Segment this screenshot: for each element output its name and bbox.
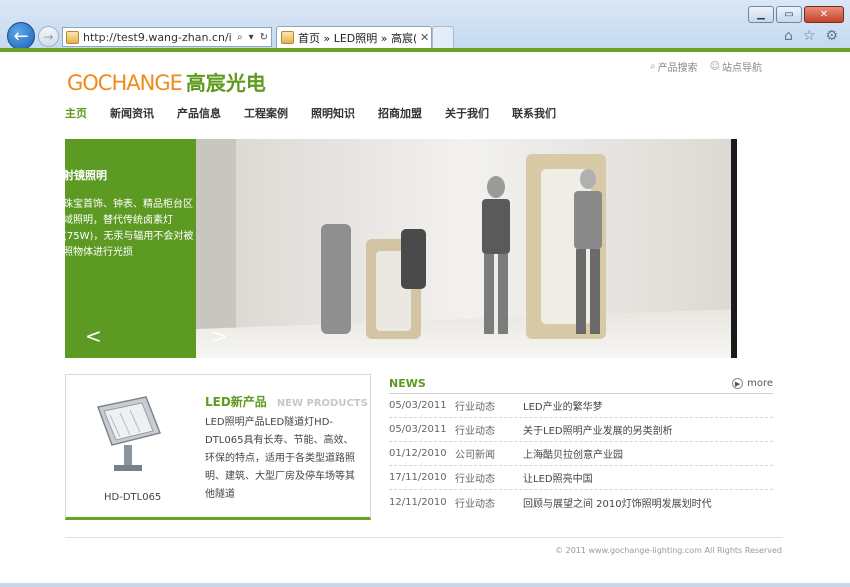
news-category: 公司新闻 [455, 450, 495, 461]
product-description: LED照明产品LED隧道灯HD-DTL065具有长寿、节能、高效、环保的特点，适… [205, 417, 355, 500]
news-date: 05/03/2011 [389, 424, 447, 435]
nav-item-contact[interactable]: 联系我们 [512, 105, 556, 121]
browser-chrome: ▁ ▭ ✕ ← → http://test9.wang-zhan.cn/inde… [0, 0, 850, 54]
banner-edge [731, 139, 737, 358]
news-date: 17/11/2010 [389, 472, 447, 483]
nav-item-franchise[interactable]: 招商加盟 [378, 105, 422, 121]
play-icon: ▶ [732, 378, 744, 389]
news-link[interactable]: 上海酷贝拉创意产业园 [523, 446, 623, 461]
banner-next-button[interactable]: > [211, 324, 228, 348]
news-panel: NEWS ▶ more 05/03/2011 行业动态 LED产业的繁华梦 05… [389, 374, 773, 514]
window-controls: ▁ ▭ ✕ [748, 6, 844, 23]
window-bottom-frame [0, 583, 850, 587]
browser-tab[interactable]: 首页 » LED照明 » 高宸(上... ✕ [276, 26, 432, 48]
forward-button[interactable]: → [38, 26, 59, 47]
home-icon[interactable]: ⌂ [784, 28, 793, 44]
news-row: 12/11/2010 行业动态 回顾与展望之间 2010灯饰照明发展划时代 [389, 490, 773, 514]
logo-cn: 高宸光电 [185, 71, 266, 95]
banner-prev-button[interactable]: < [85, 324, 102, 348]
nav-item-products[interactable]: 产品信息 [177, 105, 221, 121]
news-date: 05/03/2011 [389, 400, 447, 411]
search-icon[interactable]: ⌕ [237, 32, 243, 43]
new-tab-button[interactable] [432, 26, 454, 48]
news-row: 17/11/2010 行业动态 让LED照亮中国 [389, 466, 773, 490]
nav-item-news[interactable]: 新闻资讯 [110, 105, 154, 121]
magnifier-icon: ⌕ [649, 61, 656, 72]
site-map-link[interactable]: ☺ 站点导航 [710, 59, 762, 74]
maximize-icon[interactable]: ▭ [776, 6, 802, 23]
product-caption[interactable]: HD-DTL065 [104, 492, 161, 503]
favicon-icon [66, 30, 79, 44]
site-logo[interactable]: GOCHANGE 高宸光电 [67, 67, 266, 96]
utility-links: ⌕ 产品搜索 ☺ 站点导航 [650, 59, 762, 74]
hero-banner: 射镜照明 珠宝首饰、钟表、精品柜台区域照明，替代传统卤素灯(75W)，无汞与辐用… [65, 139, 737, 358]
news-title: NEWS [389, 377, 426, 390]
refresh-icon[interactable]: ↻ [260, 32, 268, 43]
logo-en: GOCHANGE [67, 71, 183, 95]
nav-item-home[interactable]: 主页 [65, 105, 87, 121]
news-category: 行业动态 [455, 474, 495, 485]
banner-description: 珠宝首饰、钟表、精品柜台区域照明，替代传统卤素灯(75W)，无汞与辐用不会对被照… [65, 199, 194, 258]
product-image[interactable] [86, 393, 164, 479]
banner-title: 射镜照明 [65, 169, 107, 182]
news-category: 行业动态 [455, 498, 495, 510]
user-icon: ☺ [709, 61, 720, 72]
back-button[interactable]: ← [7, 22, 35, 50]
news-date: 12/11/2010 [389, 496, 447, 508]
new-product-box: HD-DTL065 LED新产品 NEW PRODUCTS LED照明产品LED… [65, 374, 371, 520]
favorites-icon[interactable]: ☆ [803, 28, 816, 44]
product-search-link[interactable]: ⌕ 产品搜索 [650, 59, 698, 74]
product-heading-en: NEW PRODUCTS [276, 398, 368, 409]
minimize-icon[interactable]: ▁ [748, 6, 774, 23]
dropdown-icon[interactable]: ▾ [249, 32, 254, 43]
footer-divider [65, 537, 783, 538]
news-link[interactable]: 回顾与展望之间 2010灯饰照明发展划时代 [523, 495, 712, 510]
news-category: 行业动态 [455, 402, 495, 413]
close-icon[interactable]: ✕ [804, 6, 844, 23]
browser-toolbar: ⌂ ☆ ⚙ [784, 28, 838, 44]
product-heading-cn: LED新产品 [205, 395, 267, 409]
news-link[interactable]: 让LED照亮中国 [523, 470, 593, 485]
nav-item-about[interactable]: 关于我们 [445, 105, 489, 121]
footer-copyright: © 2011 www.gochange-lighting.com All Rig… [555, 546, 782, 555]
web-page: GOCHANGE 高宸光电 ⌕ 产品搜索 ☺ 站点导航 主页 新闻资讯 产品信息… [0, 48, 850, 587]
top-accent-bar [0, 48, 850, 52]
arrow-left-icon: ← [13, 25, 29, 47]
news-more-link[interactable]: ▶ more [732, 378, 773, 389]
tab-title: 首页 » LED照明 » 高宸(上... [298, 31, 416, 45]
settings-icon[interactable]: ⚙ [825, 28, 838, 44]
arrow-right-icon: → [43, 29, 54, 44]
news-link[interactable]: 关于LED照明产业发展的另类剖析 [523, 422, 673, 437]
news-date: 01/12/2010 [389, 448, 447, 459]
product-heading: LED新产品 NEW PRODUCTS [205, 393, 368, 410]
news-row: 05/03/2011 行业动态 LED产业的繁华梦 [389, 394, 773, 418]
nav-item-knowledge[interactable]: 照明知识 [311, 105, 355, 121]
address-bar[interactable]: http://test9.wang-zhan.cn/index.a ⌕ ▾ ↻ [62, 27, 272, 47]
nav-item-cases[interactable]: 工程案例 [244, 105, 288, 121]
tab-favicon-icon [281, 31, 294, 44]
news-row: 01/12/2010 公司新闻 上海酷贝拉创意产业园 [389, 442, 773, 466]
main-nav: 主页 新闻资讯 产品信息 工程案例 照明知识 招商加盟 关于我们 联系我们 [65, 105, 556, 121]
banner-photo [196, 139, 737, 358]
news-category: 行业动态 [455, 426, 495, 437]
news-header: NEWS ▶ more [389, 374, 773, 394]
news-row: 05/03/2011 行业动态 关于LED照明产业发展的另类剖析 [389, 418, 773, 442]
news-link[interactable]: LED产业的繁华梦 [523, 398, 603, 413]
address-text[interactable]: http://test9.wang-zhan.cn/index.a [83, 31, 231, 44]
tab-close-icon[interactable]: ✕ [420, 31, 429, 44]
